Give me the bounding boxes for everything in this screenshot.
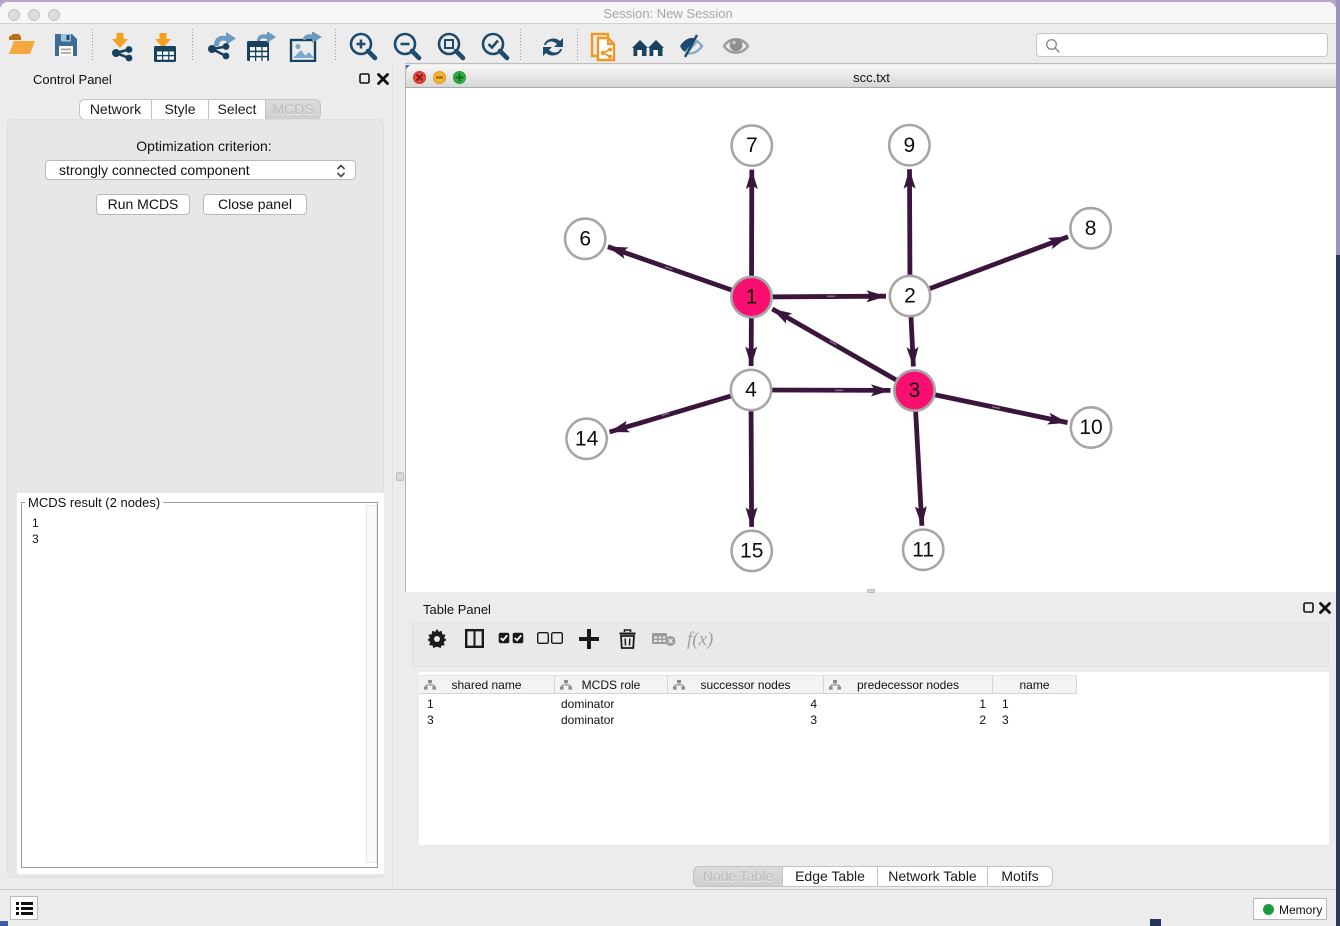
svg-text:11: 11	[912, 538, 934, 561]
svg-text:7: 7	[746, 134, 758, 157]
svg-text:1: 1	[746, 286, 758, 309]
svg-text:14: 14	[575, 427, 599, 450]
svg-text:9: 9	[904, 134, 916, 157]
svg-text:10: 10	[1079, 416, 1102, 439]
svg-text:6: 6	[579, 227, 591, 250]
svg-text:8: 8	[1085, 217, 1097, 240]
svg-text:2: 2	[904, 285, 916, 308]
svg-text:15: 15	[740, 540, 763, 563]
svg-text:3: 3	[909, 379, 921, 402]
svg-text:4: 4	[745, 379, 757, 402]
